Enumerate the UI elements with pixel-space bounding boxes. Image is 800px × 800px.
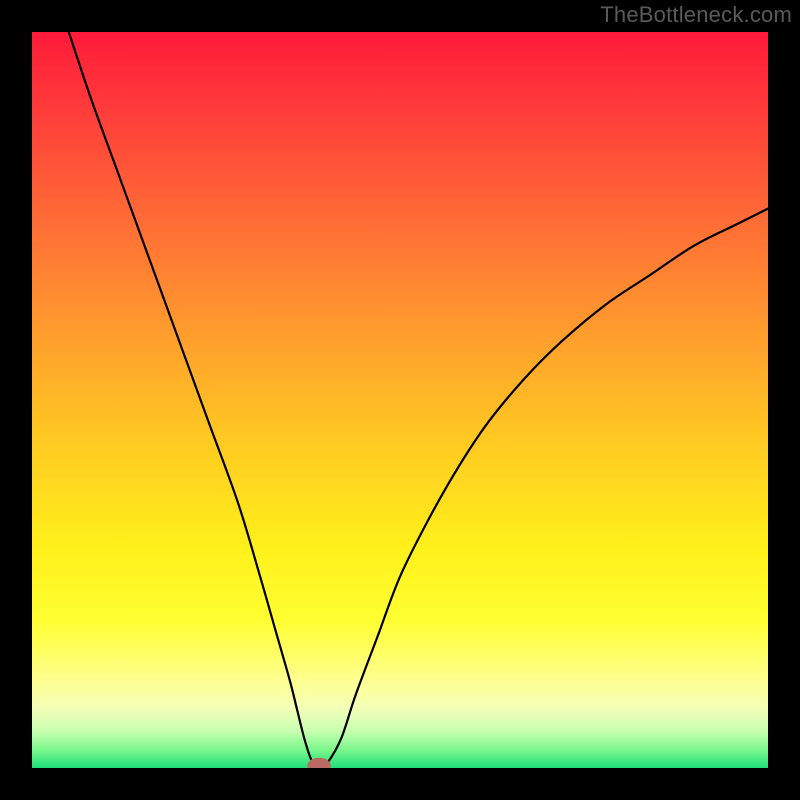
chart-frame: TheBottleneck.com [0, 0, 800, 800]
plot-area [32, 32, 768, 768]
chart-svg [32, 32, 768, 768]
gradient-background [32, 32, 768, 768]
watermark-text: TheBottleneck.com [600, 2, 792, 28]
